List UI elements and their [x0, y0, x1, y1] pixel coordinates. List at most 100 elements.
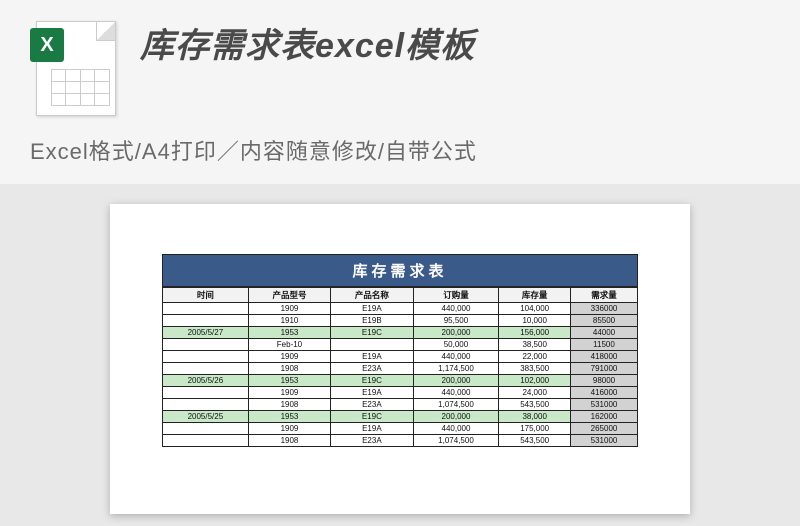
- table-row: 1909E19A440,00022,000418000: [163, 351, 638, 363]
- table-cell: 1953: [248, 375, 330, 387]
- col-model: 产品型号: [248, 288, 330, 303]
- col-time: 时间: [163, 288, 249, 303]
- table-row: 1909E19A440,000104,000336000: [163, 303, 638, 315]
- table-cell: E23A: [331, 435, 413, 447]
- preview-page: 库存需求表 时间 产品型号 产品名称 订购量 库存量 需求量 1909E19A4…: [110, 204, 690, 514]
- table-cell: [163, 351, 249, 363]
- table-cell: 2005/5/25: [163, 411, 249, 423]
- table-row: 1909E19A440,00024,000416000: [163, 387, 638, 399]
- table-cell: 418000: [571, 351, 638, 363]
- table-cell: 1,074,500: [413, 399, 499, 411]
- subtitle-row: Excel格式/A4打印／内容随意修改/自带公式: [0, 128, 800, 184]
- table-cell: 24,000: [499, 387, 571, 399]
- table-cell: 156,000: [499, 327, 571, 339]
- table-cell: 1908: [248, 363, 330, 375]
- table-cell: 95,500: [413, 315, 499, 327]
- table-cell: E19C: [331, 327, 413, 339]
- header-band: 库存需求表excel模板: [0, 0, 800, 128]
- table-cell: E19C: [331, 411, 413, 423]
- table-cell: 1910: [248, 315, 330, 327]
- table-cell: 11500: [571, 339, 638, 351]
- table-cell: 38,000: [499, 411, 571, 423]
- table-row: 1910E19B95,50010,00085500: [163, 315, 638, 327]
- table-cell: 2005/5/27: [163, 327, 249, 339]
- table-cell: 1,174,500: [413, 363, 499, 375]
- table-header-row: 时间 产品型号 产品名称 订购量 库存量 需求量: [163, 288, 638, 303]
- table-cell: [163, 363, 249, 375]
- table-cell: Feb-10: [248, 339, 330, 351]
- table-cell: 44000: [571, 327, 638, 339]
- table-cell: 10,000: [499, 315, 571, 327]
- table-cell: [163, 303, 249, 315]
- table-cell: 440,000: [413, 387, 499, 399]
- table-cell: [163, 339, 249, 351]
- table-cell: E19C: [331, 375, 413, 387]
- table-cell: 1953: [248, 411, 330, 423]
- table-cell: 1909: [248, 351, 330, 363]
- table-cell: 175,000: [499, 423, 571, 435]
- table-cell: 1953: [248, 327, 330, 339]
- table-cell: [163, 423, 249, 435]
- table-cell: 200,000: [413, 327, 499, 339]
- table-row: 2005/5/251953E19C200,00038,000162000: [163, 411, 638, 423]
- table-cell: [163, 315, 249, 327]
- preview-area: 库存需求表 时间 产品型号 产品名称 订购量 库存量 需求量 1909E19A4…: [0, 184, 800, 514]
- table-cell: 1908: [248, 435, 330, 447]
- col-order: 订购量: [413, 288, 499, 303]
- table-row: 1909E19A440,000175,000265000: [163, 423, 638, 435]
- table-cell: E23A: [331, 363, 413, 375]
- table-cell: 50,000: [413, 339, 499, 351]
- table-cell: [163, 399, 249, 411]
- table-row: 1908E23A1,074,500543,500531000: [163, 399, 638, 411]
- table-cell: 85500: [571, 315, 638, 327]
- table-cell: 200,000: [413, 375, 499, 387]
- table-cell: [163, 435, 249, 447]
- table-cell: E19A: [331, 387, 413, 399]
- table-cell: 440,000: [413, 351, 499, 363]
- table-row: 1908E23A1,074,500543,500531000: [163, 435, 638, 447]
- table-cell: 265000: [571, 423, 638, 435]
- table-cell: 531000: [571, 435, 638, 447]
- table-cell: E19B: [331, 315, 413, 327]
- table-cell: [331, 339, 413, 351]
- table-row: 2005/5/271953E19C200,000156,00044000: [163, 327, 638, 339]
- table-cell: 102,000: [499, 375, 571, 387]
- excel-file-icon: [30, 18, 120, 118]
- table-row: Feb-10 50,00038,50011500: [163, 339, 638, 351]
- table-cell: 440,000: [413, 303, 499, 315]
- sheet-title: 库存需求表: [162, 254, 638, 287]
- col-name: 产品名称: [331, 288, 413, 303]
- table-cell: 38,500: [499, 339, 571, 351]
- table-cell: E19A: [331, 351, 413, 363]
- table-row: 2005/5/261953E19C200,000102,00098000: [163, 375, 638, 387]
- inventory-table: 时间 产品型号 产品名称 订购量 库存量 需求量 1909E19A440,000…: [162, 287, 638, 447]
- table-cell: 1909: [248, 387, 330, 399]
- table-cell: 1,074,500: [413, 435, 499, 447]
- table-cell: E19A: [331, 303, 413, 315]
- page-title: 库存需求表excel模板: [140, 18, 770, 67]
- table-cell: E23A: [331, 399, 413, 411]
- table-row: 1908E23A1,174,500383,500791000: [163, 363, 638, 375]
- table-cell: 543,500: [499, 435, 571, 447]
- grid-mini-icon: [51, 69, 109, 105]
- table-cell: 531000: [571, 399, 638, 411]
- title-block: 库存需求表excel模板: [140, 18, 770, 67]
- table-cell: 440,000: [413, 423, 499, 435]
- col-demand: 需求量: [571, 288, 638, 303]
- table-cell: 1909: [248, 303, 330, 315]
- table-cell: 791000: [571, 363, 638, 375]
- table-cell: 1909: [248, 423, 330, 435]
- table-cell: 543,500: [499, 399, 571, 411]
- table-cell: 98000: [571, 375, 638, 387]
- table-cell: 1908: [248, 399, 330, 411]
- table-cell: 200,000: [413, 411, 499, 423]
- excel-x-badge-icon: [30, 28, 64, 62]
- table-cell: 162000: [571, 411, 638, 423]
- page-subtitle: Excel格式/A4打印／内容随意修改/自带公式: [30, 134, 770, 166]
- table-cell: E19A: [331, 423, 413, 435]
- table-cell: 104,000: [499, 303, 571, 315]
- col-stock: 库存量: [499, 288, 571, 303]
- table-cell: 383,500: [499, 363, 571, 375]
- table-cell: [163, 387, 249, 399]
- table-cell: 2005/5/26: [163, 375, 249, 387]
